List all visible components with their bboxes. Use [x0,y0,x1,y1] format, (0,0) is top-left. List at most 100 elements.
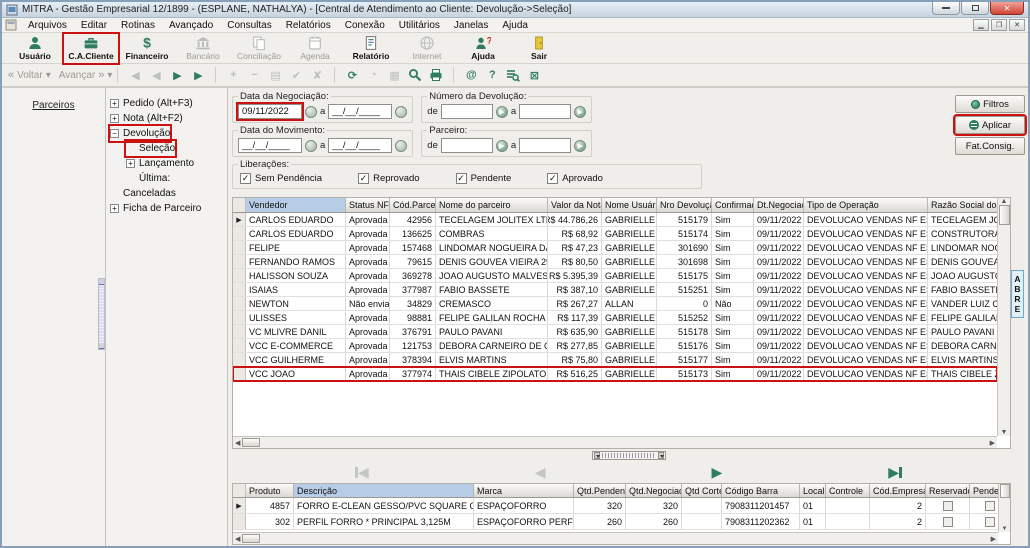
lookup-icon[interactable]: ▶ [574,106,586,118]
toolbar-button-bancario[interactable]: Bancário [176,34,230,63]
toolbar-button-agenda[interactable]: Agenda [288,34,342,63]
help-button[interactable]: ? [483,66,501,84]
column-header-c-d-empresa[interactable]: Cód.Empresa [870,484,926,497]
column-header-status-nf-e[interactable]: Status NF-e [346,198,390,212]
scroll-up-icon[interactable]: ▲ [1001,198,1008,205]
toolbar-button-internet[interactable]: Internet [400,34,454,63]
expand-icon[interactable]: + [110,99,119,108]
close-grid-button[interactable]: ⊠ [525,66,543,84]
menu-rotinas[interactable]: Rotinas [114,20,162,31]
toolbar-button-ca-cliente[interactable]: C.A.Cliente [64,34,118,63]
column-header-reservado[interactable]: Reservado [926,484,970,497]
email-button[interactable]: @ [462,66,480,84]
column-header-pendente[interactable]: Pendente [970,484,998,497]
last-record-button[interactable]: ▶ [189,66,207,84]
column-header-produto[interactable]: Produto [246,484,294,497]
menu-arquivos[interactable]: Arquivos [21,20,74,31]
column-header-vendedor[interactable]: Vendedor [246,198,346,212]
calendar-icon[interactable] [395,106,407,118]
negotiation-date-to-input[interactable]: __/__/____ [328,104,392,119]
column-header-valor-da-nota[interactable]: Valor da Nota [548,198,602,212]
tree-item-devolu-o[interactable]: −Devolução [110,126,170,141]
column-header-descri-o[interactable]: Descrição [294,484,474,497]
scroll-thumb[interactable] [1000,484,1010,498]
column-header-confirmada[interactable]: Confirmada [712,198,754,212]
mdi-close-button[interactable]: ✕ [1009,19,1025,31]
collapse-icon[interactable]: − [110,129,119,138]
table-row[interactable]: CARLOS EDUARDOAprovada136625COMBRASR$ 68… [233,227,997,241]
scroll-right-icon[interactable]: ▶ [991,535,996,543]
grid-horizontal-scrollbar[interactable]: ◀ ▶ [233,436,997,448]
scroll-left-icon[interactable]: ◀ [235,439,240,447]
column-header-tipo-de-opera-o[interactable]: Tipo de Operação [804,198,928,212]
fat-consig-button[interactable]: Fat.Consig. [955,137,1025,155]
tree-item-ficha-de-parceiro[interactable]: +Ficha de Parceiro [110,201,201,216]
menu-utilit-rios[interactable]: Utilitários [392,20,447,31]
abre-side-tab[interactable]: ABRE [1011,270,1024,318]
table-row[interactable]: ▶CARLOS EDUARDOAprovada42956TECELAGEM JO… [233,213,997,227]
menu-conex-o[interactable]: Conexão [338,20,392,31]
scroll-right-icon[interactable]: ▶ [990,439,995,447]
checkbox-icon[interactable] [985,501,995,511]
column-header-nome-usu-rio[interactable]: Nome Usuário [602,198,657,212]
grid-horizontal-scrollbar[interactable]: ◀ ▶ [233,532,998,544]
menu-consultas[interactable]: Consultas [220,20,278,31]
sidebar-splitter-handle[interactable] [98,278,105,350]
column-header-c-digo-barra[interactable]: Código Barra [722,484,800,497]
table-row[interactable]: FERNANDO RAMOSAprovada79615DENIS GOUVEA … [233,255,997,269]
checkbox-pendente[interactable]: ✓Pendente [456,173,512,184]
toolbar-button-financeiro[interactable]: $Financeiro [120,34,174,63]
scroll-down-icon[interactable]: ▼ [1001,429,1008,436]
table-row[interactable]: ISAIASAprovada377987FABIO BASSETER$ 387,… [233,283,997,297]
partner-to-input[interactable] [519,138,571,153]
column-header-dt-negocia-o[interactable]: Dt.Negociação [754,198,804,212]
voltar-dropdown-icon[interactable]: ▾ [46,70,51,81]
checkbox-icon[interactable]: ✓ [358,173,369,184]
pager-last-button[interactable]: ▶ [888,464,902,481]
mdi-restore-button[interactable]: ❐ [991,19,1007,31]
avancar-dropdown-icon[interactable]: ▾ [107,70,112,81]
minimize-button[interactable] [932,1,960,15]
grid-vertical-scrollbar[interactable]: ▼ [998,484,1010,532]
avancar-button[interactable]: Avançar » ▾ [59,69,113,81]
table-row[interactable]: NEWTONNão enviada34829CREMASCOR$ 267,27A… [233,297,997,311]
tree-item-canceladas[interactable]: Canceladas [110,186,176,201]
search-icon[interactable] [406,66,424,84]
checkbox-icon[interactable] [985,517,995,527]
table-row[interactable]: VCC GUILHERMEAprovada378394ELVIS MARTINS… [233,353,997,367]
table-row[interactable]: VCC JOAOAprovada377974THAIS CIBELE ZIPOL… [233,367,997,381]
scroll-thumb[interactable] [242,438,260,447]
column-header-nome-do-parceiro[interactable]: Nome do parceiro [436,198,548,212]
lookup-icon[interactable]: ▶ [496,106,508,118]
expand-icon[interactable]: + [126,159,135,168]
calendar-icon[interactable] [395,140,407,152]
column-header-controle[interactable]: Controle [826,484,870,497]
menu-ajuda[interactable]: Ajuda [495,20,535,31]
tree-item-lan-amento[interactable]: +Lançamento [126,156,194,171]
menu-editar[interactable]: Editar [74,20,114,31]
column-header-local[interactable]: Local [800,484,826,497]
table-row[interactable]: FELIPEAprovada157468LINDOMAR NOGUEIRA DA… [233,241,997,255]
table-row[interactable]: HALISSON SOUZAAprovada369278JOAO AUGUSTO… [233,269,997,283]
split-slider[interactable] [592,451,666,460]
tree-item-nota-alt-f2[interactable]: +Nota (Alt+F2) [110,111,183,126]
next-record-button[interactable]: ▶ [168,66,186,84]
menu-avan-ado[interactable]: Avançado [162,20,220,31]
checkbox-icon[interactable] [943,517,953,527]
movement-date-to-input[interactable]: __/__/____ [328,138,392,153]
partner-from-input[interactable] [441,138,493,153]
column-header-nro-devolu-o[interactable]: Nro Devolução [657,198,712,212]
tree-item-ltima[interactable]: Última: [126,171,170,186]
tree-item-sele-o[interactable]: Seleção [126,141,175,156]
column-header-raz-o-social-do-parc[interactable]: Razão Social do parc [928,198,997,212]
scroll-thumb[interactable] [242,534,260,543]
column-header-qtd-pendente[interactable]: Qtd.Pendente [574,484,626,497]
toolbar-button-ajuda[interactable]: ?Ajuda [456,34,510,63]
restore-button[interactable] [961,1,989,15]
parceiros-button[interactable]: Parceiros [2,100,105,111]
checkbox-icon[interactable] [943,501,953,511]
calendar-icon[interactable] [305,106,317,118]
column-header-qtd-corte[interactable]: Qtd Corte [682,484,722,497]
menu-relat-rios[interactable]: Relatórios [279,20,338,31]
grid-vertical-scrollbar[interactable]: ▲ ▼ [997,198,1010,436]
